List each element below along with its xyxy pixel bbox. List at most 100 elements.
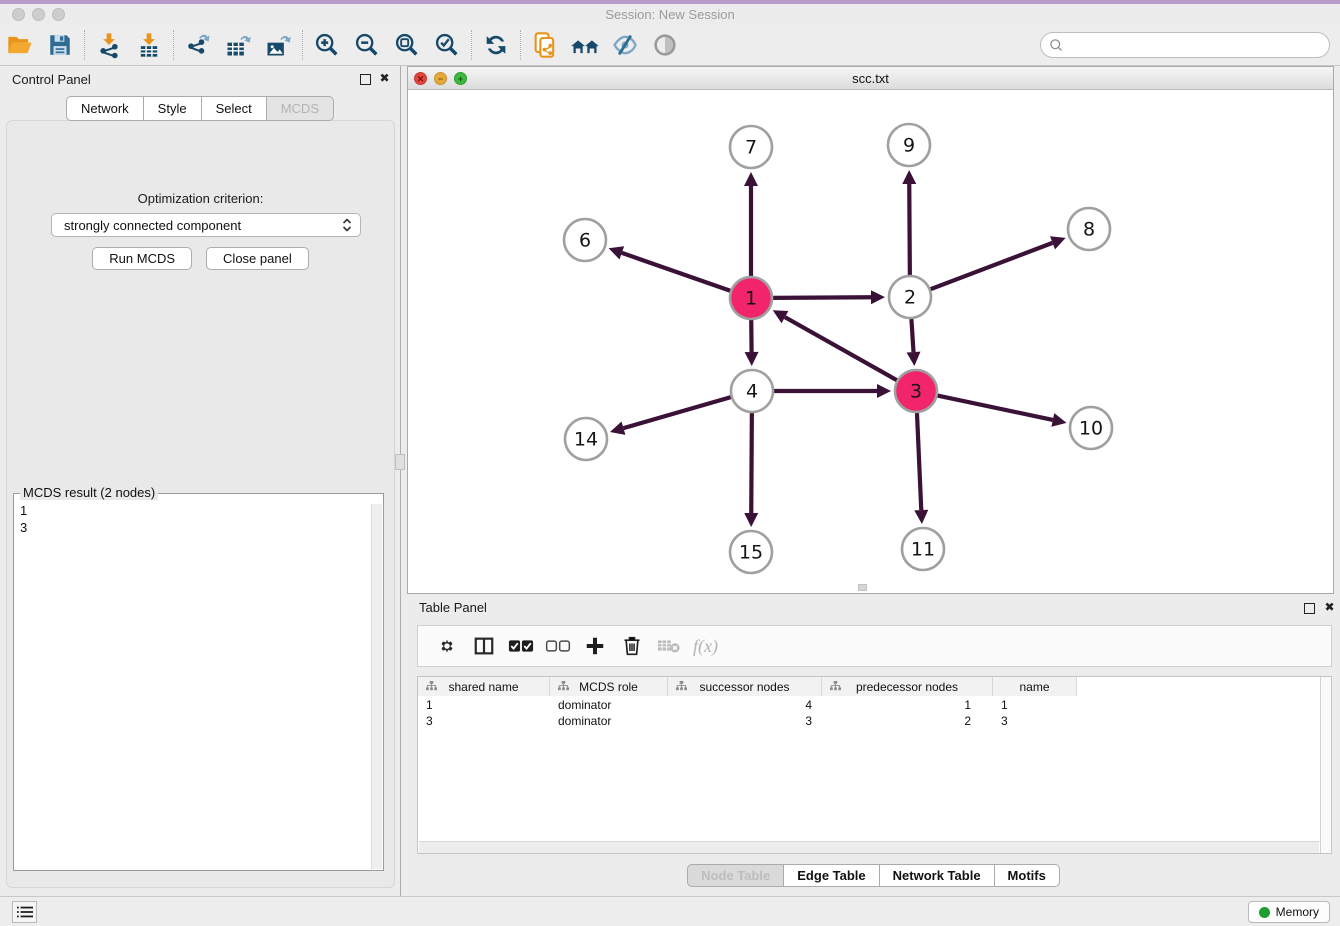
toolbar-separator: [173, 30, 174, 60]
export-image-button[interactable]: [258, 28, 298, 62]
delete-table-button[interactable]: [650, 629, 687, 663]
tab-mcds[interactable]: MCDS: [267, 96, 334, 121]
table-panel: Table Panel ✖: [407, 594, 1340, 896]
zoom-fit-button[interactable]: [387, 28, 427, 62]
table-cell[interactable]: dominator: [550, 697, 668, 713]
close-panel-icon[interactable]: ✖: [378, 72, 391, 85]
network-window-title: scc.txt: [408, 71, 1333, 86]
window-title: Session: New Session: [0, 7, 1340, 22]
edge-4-15[interactable]: [751, 413, 752, 513]
divider-grip[interactable]: [395, 454, 405, 470]
network-view-window: ✕ − + scc.txt 1234678910111415: [407, 66, 1334, 594]
tab-node-table[interactable]: Node Table: [687, 864, 784, 887]
deselect-all-columns-button[interactable]: [539, 629, 576, 663]
column-header-MCDS-role[interactable]: MCDS role: [550, 677, 668, 696]
run-mcds-button[interactable]: Run MCDS: [92, 247, 192, 270]
import-network-button[interactable]: [89, 28, 129, 62]
select-all-columns-button[interactable]: [502, 629, 539, 663]
fx-icon: f(x): [693, 636, 718, 657]
table-cell[interactable]: 3: [993, 713, 1077, 729]
tab-network[interactable]: Network: [66, 96, 144, 121]
column-tree-icon: [830, 681, 841, 692]
zoom-in-button[interactable]: [307, 28, 347, 62]
table-settings-button[interactable]: [428, 629, 465, 663]
toolbar-separator: [84, 30, 85, 60]
import-table-button[interactable]: [129, 28, 169, 62]
import-network-icon: [95, 31, 123, 59]
table-cell[interactable]: 1: [822, 697, 993, 713]
table-cell[interactable]: 1: [418, 697, 550, 713]
export-table-button[interactable]: [218, 28, 258, 62]
delete-columns-button[interactable]: [613, 629, 650, 663]
save-session-button[interactable]: [40, 28, 80, 62]
float-table-panel-icon[interactable]: [1304, 603, 1315, 614]
search-input[interactable]: [1070, 38, 1329, 53]
clone-network-button[interactable]: [525, 28, 565, 62]
edge-1-6[interactable]: [622, 253, 730, 291]
first-neighbors-button[interactable]: [565, 28, 605, 62]
status-bar: Memory: [0, 896, 1340, 926]
edge-4-14[interactable]: [623, 397, 730, 428]
tab-network-table[interactable]: Network Table: [880, 864, 995, 887]
refresh-icon: [482, 31, 510, 59]
toggle-graphics-details-button[interactable]: [605, 28, 645, 62]
function-builder-button[interactable]: f(x): [687, 629, 724, 663]
table-cell[interactable]: 4: [668, 697, 822, 713]
search-box[interactable]: [1040, 32, 1330, 58]
table-cell[interactable]: 3: [418, 713, 550, 729]
tab-style[interactable]: Style: [144, 96, 202, 121]
node-table[interactable]: shared nameMCDS rolesuccessor nodes prede…: [417, 676, 1332, 854]
open-session-button[interactable]: [0, 28, 40, 62]
table-cell[interactable]: 2: [822, 713, 993, 729]
network-hscroll-nub[interactable]: [858, 584, 867, 591]
table-cell[interactable]: dominator: [550, 713, 668, 729]
table-column-header: shared nameMCDS rolesuccessor nodes prede…: [418, 677, 1077, 696]
mcds-result-item: 1: [20, 502, 27, 519]
memory-button[interactable]: Memory: [1248, 901, 1330, 923]
column-header-successor-nodes[interactable]: successor nodes: [668, 677, 822, 696]
close-panel-button[interactable]: Close panel: [206, 247, 309, 270]
tab-edge-table[interactable]: Edge Table: [784, 864, 879, 887]
add-column-button[interactable]: [576, 629, 613, 663]
edge-3-10[interactable]: [938, 396, 1053, 420]
zoom-selected-button[interactable]: [427, 28, 467, 62]
table-panel-tabs: Node TableEdge TableNetwork TableMotifs: [407, 864, 1340, 887]
criterion-select[interactable]: strongly connected component: [51, 213, 361, 237]
tab-motifs[interactable]: Motifs: [995, 864, 1060, 887]
edge-3-1[interactable]: [785, 317, 897, 380]
gear-icon: [436, 635, 458, 657]
edge-3-11[interactable]: [917, 413, 921, 510]
mcds-result-scrollbar[interactable]: [371, 504, 382, 869]
export-image-icon: [264, 31, 292, 59]
table-row[interactable]: 1dominator411: [418, 697, 1077, 713]
toolbar-separator: [520, 30, 521, 60]
import-table-icon: [135, 31, 163, 59]
edge-2-3[interactable]: [911, 319, 913, 352]
network-graph-canvas[interactable]: 1234678910111415: [408, 90, 1333, 593]
column-header-name[interactable]: name: [993, 677, 1077, 696]
split-view-button[interactable]: [465, 629, 502, 663]
select-stepper-icon: [342, 217, 352, 233]
column-header-shared-name[interactable]: shared name: [418, 677, 550, 696]
edge-arrowhead: [871, 290, 885, 304]
edge-2-8[interactable]: [931, 243, 1053, 289]
close-table-panel-icon[interactable]: ✖: [1323, 601, 1336, 614]
table-row[interactable]: 3dominator323: [418, 713, 1077, 729]
edge-2-9[interactable]: [909, 184, 910, 275]
graph-node-label: 3: [910, 381, 922, 403]
column-header-label: predecessor nodes: [856, 680, 958, 694]
column-header-predecessor-nodes[interactable]: predecessor nodes: [822, 677, 993, 696]
task-history-button[interactable]: [12, 901, 37, 923]
refresh-button[interactable]: [476, 28, 516, 62]
export-network-button[interactable]: [178, 28, 218, 62]
table-vscrollbar[interactable]: [1320, 677, 1331, 853]
zoom-out-button[interactable]: [347, 28, 387, 62]
float-panel-icon[interactable]: [360, 74, 371, 85]
table-cell[interactable]: 1: [993, 697, 1077, 713]
zoom-in-icon: [313, 31, 341, 59]
table-cell[interactable]: 3: [668, 713, 822, 729]
edge-1-2[interactable]: [773, 297, 871, 298]
tab-select[interactable]: Select: [202, 96, 267, 121]
network-window-titlebar[interactable]: ✕ − + scc.txt: [408, 67, 1333, 90]
birds-eye-view-button[interactable]: [645, 28, 685, 62]
